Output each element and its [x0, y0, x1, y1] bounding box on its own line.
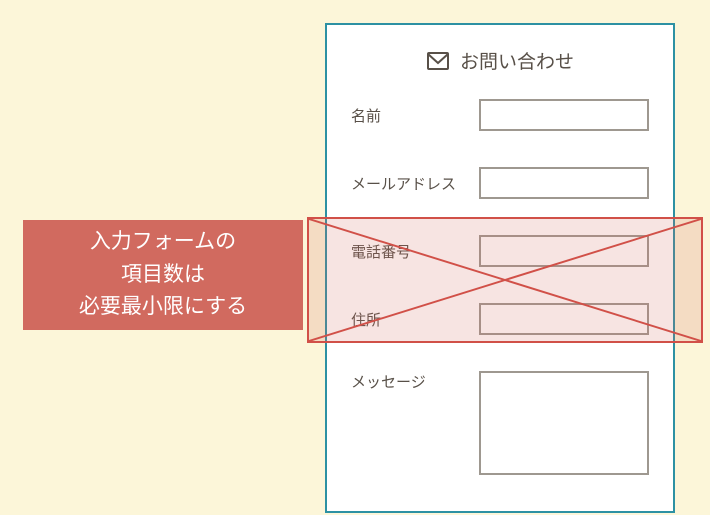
contact-form-panel: お問い合わせ 名前 メールアドレス 電話番号 住所 メッセージ	[325, 23, 675, 513]
callout-line-1: 入力フォームの	[90, 230, 236, 253]
form-title: お問い合わせ	[460, 47, 574, 74]
field-row-email: メールアドレス	[327, 167, 673, 199]
label-message: メッセージ	[351, 371, 426, 392]
label-phone: 電話番号	[351, 241, 411, 262]
callout-line-2: 項目数は	[121, 263, 205, 286]
form-title-row: お問い合わせ	[327, 47, 673, 74]
label-address: 住所	[351, 309, 381, 330]
textarea-message[interactable]	[479, 371, 649, 475]
input-phone[interactable]	[479, 235, 649, 267]
input-name[interactable]	[479, 99, 649, 131]
callout-line-3: 必要最小限にする	[79, 295, 247, 318]
callout-text: 入力フォームの 項目数は 必要最小限にする	[79, 226, 247, 324]
input-email[interactable]	[479, 167, 649, 199]
label-name: 名前	[351, 105, 381, 126]
advice-callout: 入力フォームの 項目数は 必要最小限にする	[23, 220, 303, 330]
field-row-message: メッセージ	[327, 371, 673, 475]
field-row-phone: 電話番号	[327, 235, 673, 267]
field-row-name: 名前	[327, 99, 673, 131]
input-address[interactable]	[479, 303, 649, 335]
envelope-icon	[426, 49, 450, 73]
field-row-address: 住所	[327, 303, 673, 335]
label-email: メールアドレス	[351, 173, 456, 194]
